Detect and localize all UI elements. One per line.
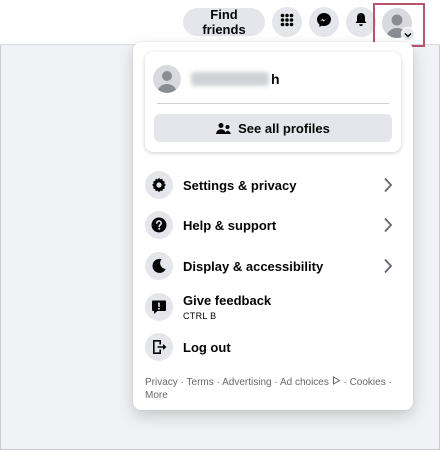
menu-grid-button[interactable] xyxy=(272,7,302,37)
messenger-button[interactable] xyxy=(309,7,339,37)
profile-avatar xyxy=(153,65,181,93)
bell-icon xyxy=(354,12,368,32)
menu-item-label: Settings & privacy xyxy=(183,177,297,193)
see-all-profiles-label: See all profiles xyxy=(238,120,330,136)
footer-separator: · xyxy=(388,377,392,388)
profile-name-visible: h xyxy=(271,71,280,87)
footer-link-ad-choices[interactable]: Ad choices xyxy=(280,377,329,388)
account-menu-badge[interactable] xyxy=(401,27,415,41)
menu-item-label: Display & accessibility xyxy=(183,258,324,274)
footer-link-advertising[interactable]: Advertising xyxy=(222,377,271,388)
chevron-down-icon xyxy=(404,25,412,43)
keyboard-shortcut: CTRL B xyxy=(183,311,217,321)
chevron-right-icon xyxy=(383,258,393,279)
see-all-profiles-button[interactable]: See all profiles xyxy=(154,114,392,142)
menu-item-display-accessibility[interactable]: Display & accessibility xyxy=(141,247,405,285)
profile-card: h See all profiles xyxy=(145,52,401,152)
ad-choices-icon xyxy=(332,376,344,388)
menu-item-give-feedback[interactable]: Give feedback CTRL B xyxy=(141,287,405,327)
profiles-icon xyxy=(216,122,232,135)
top-navigation-bar: Find friends xyxy=(0,0,440,47)
chevron-right-icon xyxy=(383,217,393,238)
footer-link-more[interactable]: More xyxy=(145,390,168,401)
avatar-icon xyxy=(157,71,177,93)
footer-link-cookies[interactable]: Cookies xyxy=(350,377,386,388)
menu-item-settings-privacy[interactable]: Settings & privacy xyxy=(141,166,405,204)
footer-separator: · xyxy=(274,377,278,388)
footer-separator: · xyxy=(343,377,347,388)
logout-icon xyxy=(145,333,173,361)
footer-link-privacy[interactable]: Privacy xyxy=(145,377,178,388)
notifications-button[interactable] xyxy=(346,7,376,37)
dropdown-footer: Privacy · Terms · Advertising · Ad choic… xyxy=(145,376,401,402)
menu-item-log-out[interactable]: Log out xyxy=(141,328,405,366)
find-friends-button[interactable]: Find friends xyxy=(183,7,265,37)
gear-icon xyxy=(145,171,173,199)
menu-item-help-support[interactable]: Help & support xyxy=(141,206,405,244)
profile-name: h xyxy=(191,71,280,87)
footer-separator: · xyxy=(180,377,184,388)
profile-divider xyxy=(157,103,389,104)
menu-item-label: Log out xyxy=(183,339,231,355)
feedback-icon xyxy=(145,293,173,321)
account-dropdown-menu: h See all profiles Settings & privacy He… xyxy=(133,42,413,410)
grid-icon xyxy=(280,13,294,32)
menu-item-label: Give feedback xyxy=(183,293,272,308)
messenger-icon xyxy=(316,12,332,33)
footer-separator: · xyxy=(216,377,220,388)
moon-icon xyxy=(145,252,173,280)
question-icon xyxy=(145,211,173,239)
footer-link-terms[interactable]: Terms xyxy=(187,377,214,388)
current-profile-row[interactable]: h xyxy=(153,64,393,94)
chevron-right-icon xyxy=(383,177,393,198)
menu-item-label: Help & support xyxy=(183,217,277,233)
redacted-name-block xyxy=(191,72,269,86)
